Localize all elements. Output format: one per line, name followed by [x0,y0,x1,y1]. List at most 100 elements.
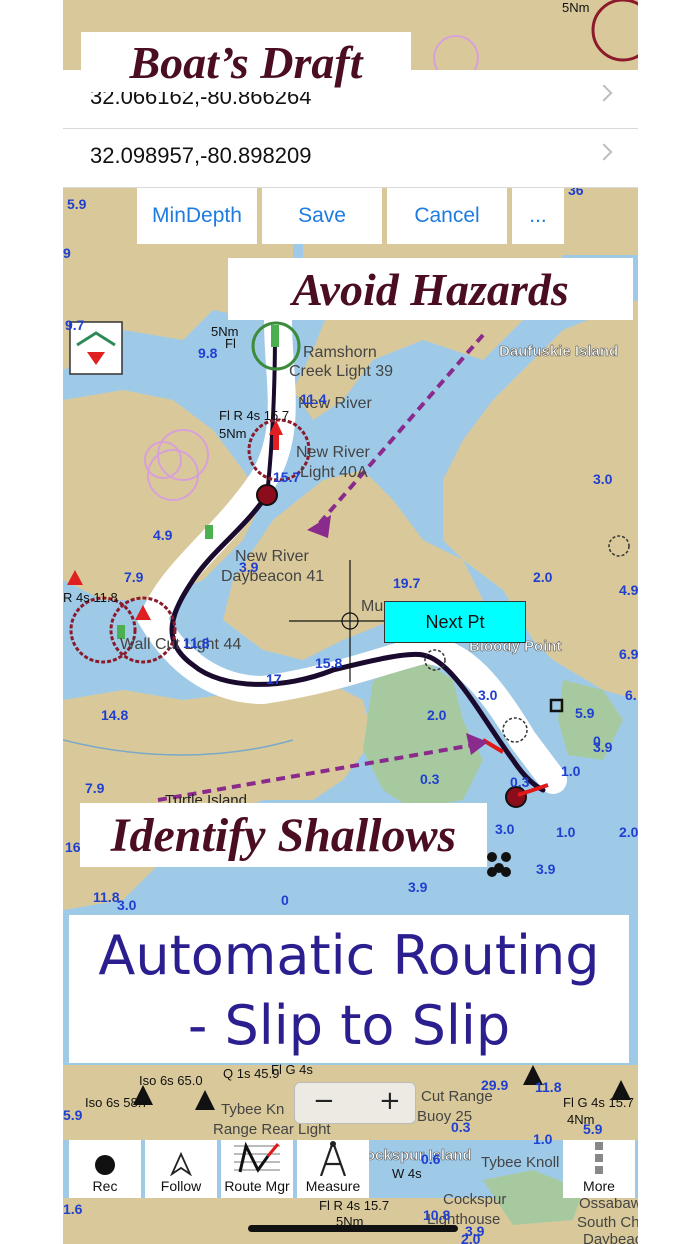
route-manager-icon [234,1141,280,1173]
place-label: Creek Light 39 [289,363,393,380]
more-button[interactable]: More [563,1140,635,1198]
navigation-arrow-icon [170,1152,192,1176]
headline-line-2: - Slip to Slip [187,994,511,1057]
depth-sounding: 11.8 [183,635,210,651]
place-label: New River [296,444,370,461]
rock-symbol [501,852,511,862]
headline-banner: Automatic Routing - Slip to Slip [69,915,629,1063]
depth-sounding: 15.8 [315,655,342,671]
place-label: Daybeacon 41 [221,568,324,585]
waypoint-coordinate: 32.098957,-80.898209 [90,143,312,168]
chevron-right-icon [595,143,613,161]
light-char-label: Fl R 4s 15.7 [219,408,289,423]
depth-sounding: 5.9 [583,1121,603,1137]
more-actions-button[interactable]: ... [512,188,564,244]
depth-sounding: 17 [266,671,282,687]
depth-sounding: 6.9 [619,646,638,662]
depth-sounding: 4.9 [619,582,638,598]
depth-sounding: 9 [63,245,71,261]
depth-sounding: 10.8 [423,1207,450,1223]
depth-sounding: 2.0 [427,707,447,723]
follow-label: Follow [160,1178,202,1194]
zoom-in-button[interactable]: + [379,1086,401,1116]
depth-sounding: 3.0 [495,821,515,837]
rock-symbol [487,867,497,877]
light-char-label: Iso 6s 58.7 [85,1095,149,1110]
place-label: Light 40A [300,464,368,481]
light-char-label: 5Nm [211,324,238,339]
depth-sounding: 0 [281,892,289,908]
depth-sounding: 7.9 [124,569,144,585]
place-label: Ramshorn [303,344,377,361]
waypoint-row[interactable]: 32.098957,-80.898209 [63,129,638,188]
place-label: South Chan [577,1214,638,1231]
light-char-label: Fl R 4s 15.7 [319,1198,389,1213]
route-start-point [256,484,278,506]
bottom-toolbar: Rec Follow Route Mgr Measure More [69,1140,635,1198]
depth-sounding: 15.7 [273,469,300,485]
depth-sounding: 5.9 [575,705,595,721]
depth-sounding: 6. [625,687,637,703]
depth-sounding: 3.9 [465,1223,485,1239]
depth-sounding: 1.6 [63,1201,83,1217]
rock-symbol [501,867,511,877]
depth-sounding: 29.9 [481,1077,508,1093]
follow-button[interactable]: Follow [145,1140,217,1198]
depth-sounding: 3.0 [593,471,613,487]
light-char-label: Iso 6s 65.0 [139,1073,203,1088]
depth-sounding: 11.4 [300,391,327,407]
rec-button[interactable]: Rec [69,1140,141,1198]
depth-sounding: 3.0 [117,897,137,913]
boats-draft-callout: Boat’s Draft [81,32,411,92]
depth-sounding: 0.3 [420,771,440,787]
record-dot-icon [95,1155,115,1175]
measure-label: Measure [305,1178,361,1194]
depth-sounding: 0.3 [451,1119,471,1135]
zoom-control: − + [294,1082,416,1124]
place-label: Daybeacon [583,1231,638,1244]
place-label: Mu [361,598,383,615]
place-label: Wall Cut Light 44 [120,636,241,653]
place-label: Tybee Kn [221,1101,284,1118]
depth-sounding: 3.9 [593,739,613,755]
depth-sounding: 9.8 [198,345,218,361]
depth-sounding: 1.0 [561,763,581,779]
depth-sounding: 2.0 [619,824,638,840]
rock-symbol [487,852,497,862]
route-manager-label: Route Mgr [224,1178,290,1194]
chevron-right-icon [595,84,613,102]
cancel-button[interactable]: Cancel [387,188,507,244]
identify-shallows-callout: Identify Shallows [80,803,487,867]
route-end-point [505,786,527,808]
measure-button[interactable]: Measure [297,1140,369,1198]
chart-app-screen: Daufuskie Island Ramshorn Creek Light 39… [63,0,638,1244]
depth-sounding: 2.0 [533,569,553,585]
depth-sounding: 0.3 [510,774,530,790]
home-indicator [248,1225,458,1232]
avoid-hazards-callout: Avoid Hazards [228,258,633,320]
more-dots-icon [595,1142,603,1174]
depth-sounding: 1.0 [556,824,576,840]
depth-sounding: 4.9 [153,527,173,543]
save-button[interactable]: Save [262,188,382,244]
zoom-out-button[interactable]: − [313,1086,335,1116]
light-char-label: 5Nm [562,0,589,15]
depth-sounding: 3.0 [478,687,498,703]
depth-sounding: 11.8 [93,889,120,905]
route-manager-button[interactable]: Route Mgr [221,1140,293,1198]
depth-sounding: 11.8 [535,1079,562,1095]
mindepth-button[interactable]: MinDepth [137,188,257,244]
depth-sounding: 5.9 [63,1107,83,1123]
more-label: More [583,1178,615,1194]
light-char-label: 5Nm [219,426,246,441]
depth-sounding: 16 [65,839,81,855]
place-label: Daufuskie Island [499,343,618,360]
compass-divider-icon [319,1141,347,1176]
depth-sounding: 3.9 [536,861,556,877]
depth-sounding: 3.9 [239,559,259,575]
light-char-label: Fl G 4s [271,1062,313,1077]
depth-sounding: 14.8 [101,707,128,723]
next-point-label[interactable]: Next Pt [384,601,526,643]
depth-sounding: 19.7 [393,575,420,591]
depth-sounding: 9.7 [65,317,85,333]
